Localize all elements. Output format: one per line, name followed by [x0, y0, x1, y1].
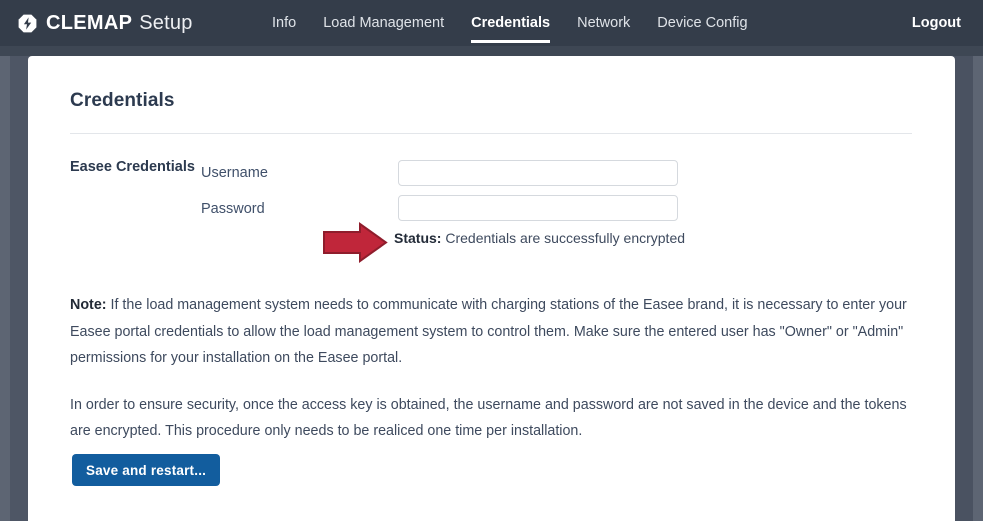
nav-item-load-management-label: Load Management [323, 15, 445, 31]
password-label: Password [201, 201, 265, 217]
page-title: Credentials [70, 90, 175, 111]
nav-item-info-label: Info [272, 15, 297, 31]
top-navigation-bar: CLEMAP Setup Info Load Management Creden… [0, 0, 983, 46]
nav-item-network-label: Network [577, 15, 631, 31]
nav-item-credentials[interactable]: Credentials [471, 0, 550, 46]
brand-subtitle: Setup [139, 11, 193, 34]
content-card: Credentials Easee Credentials Username P… [28, 56, 955, 521]
username-label: Username [201, 165, 268, 181]
nav-links: Info Load Management Credentials Network… [272, 0, 748, 46]
nav-item-device-config[interactable]: Device Config [657, 0, 747, 46]
notes-block: Note: If the load management system need… [70, 292, 920, 465]
red-right-arrow-annotation [322, 222, 388, 263]
save-and-restart-button[interactable]: Save and restart... [72, 454, 221, 486]
brand-logo[interactable]: CLEMAP Setup [18, 12, 193, 35]
easee-credentials-section-label: Easee Credentials [70, 159, 195, 175]
password-input[interactable] [398, 195, 678, 221]
logout-button[interactable]: Logout [912, 0, 961, 46]
nav-item-info[interactable]: Info [272, 0, 296, 46]
note-text: If the load management system needs to c… [70, 297, 907, 366]
note-paragraph: Note: If the load management system need… [70, 292, 920, 372]
title-divider [70, 133, 912, 134]
logout-label: Logout [911, 15, 961, 31]
nav-item-credentials-label: Credentials [471, 15, 551, 31]
nav-item-network[interactable]: Network [577, 0, 630, 46]
security-paragraph: In order to ensure security, once the ac… [70, 396, 907, 440]
status-message: Credentials are successfully encrypted [445, 230, 686, 246]
lightning-bolt-hexagon-icon [18, 14, 37, 33]
nav-item-load-management[interactable]: Load Management [323, 0, 444, 46]
nav-item-device-config-label: Device Config [657, 15, 748, 31]
status-label: Status: [394, 230, 442, 246]
status-line: Status: Credentials are successfully enc… [394, 230, 685, 246]
nav-under-band [0, 46, 983, 56]
note-prefix: Note: [70, 297, 107, 313]
app-window: CLEMAP Setup Info Load Management Creden… [0, 0, 983, 521]
brand-name: CLEMAP [46, 11, 133, 34]
username-input[interactable] [398, 160, 678, 186]
